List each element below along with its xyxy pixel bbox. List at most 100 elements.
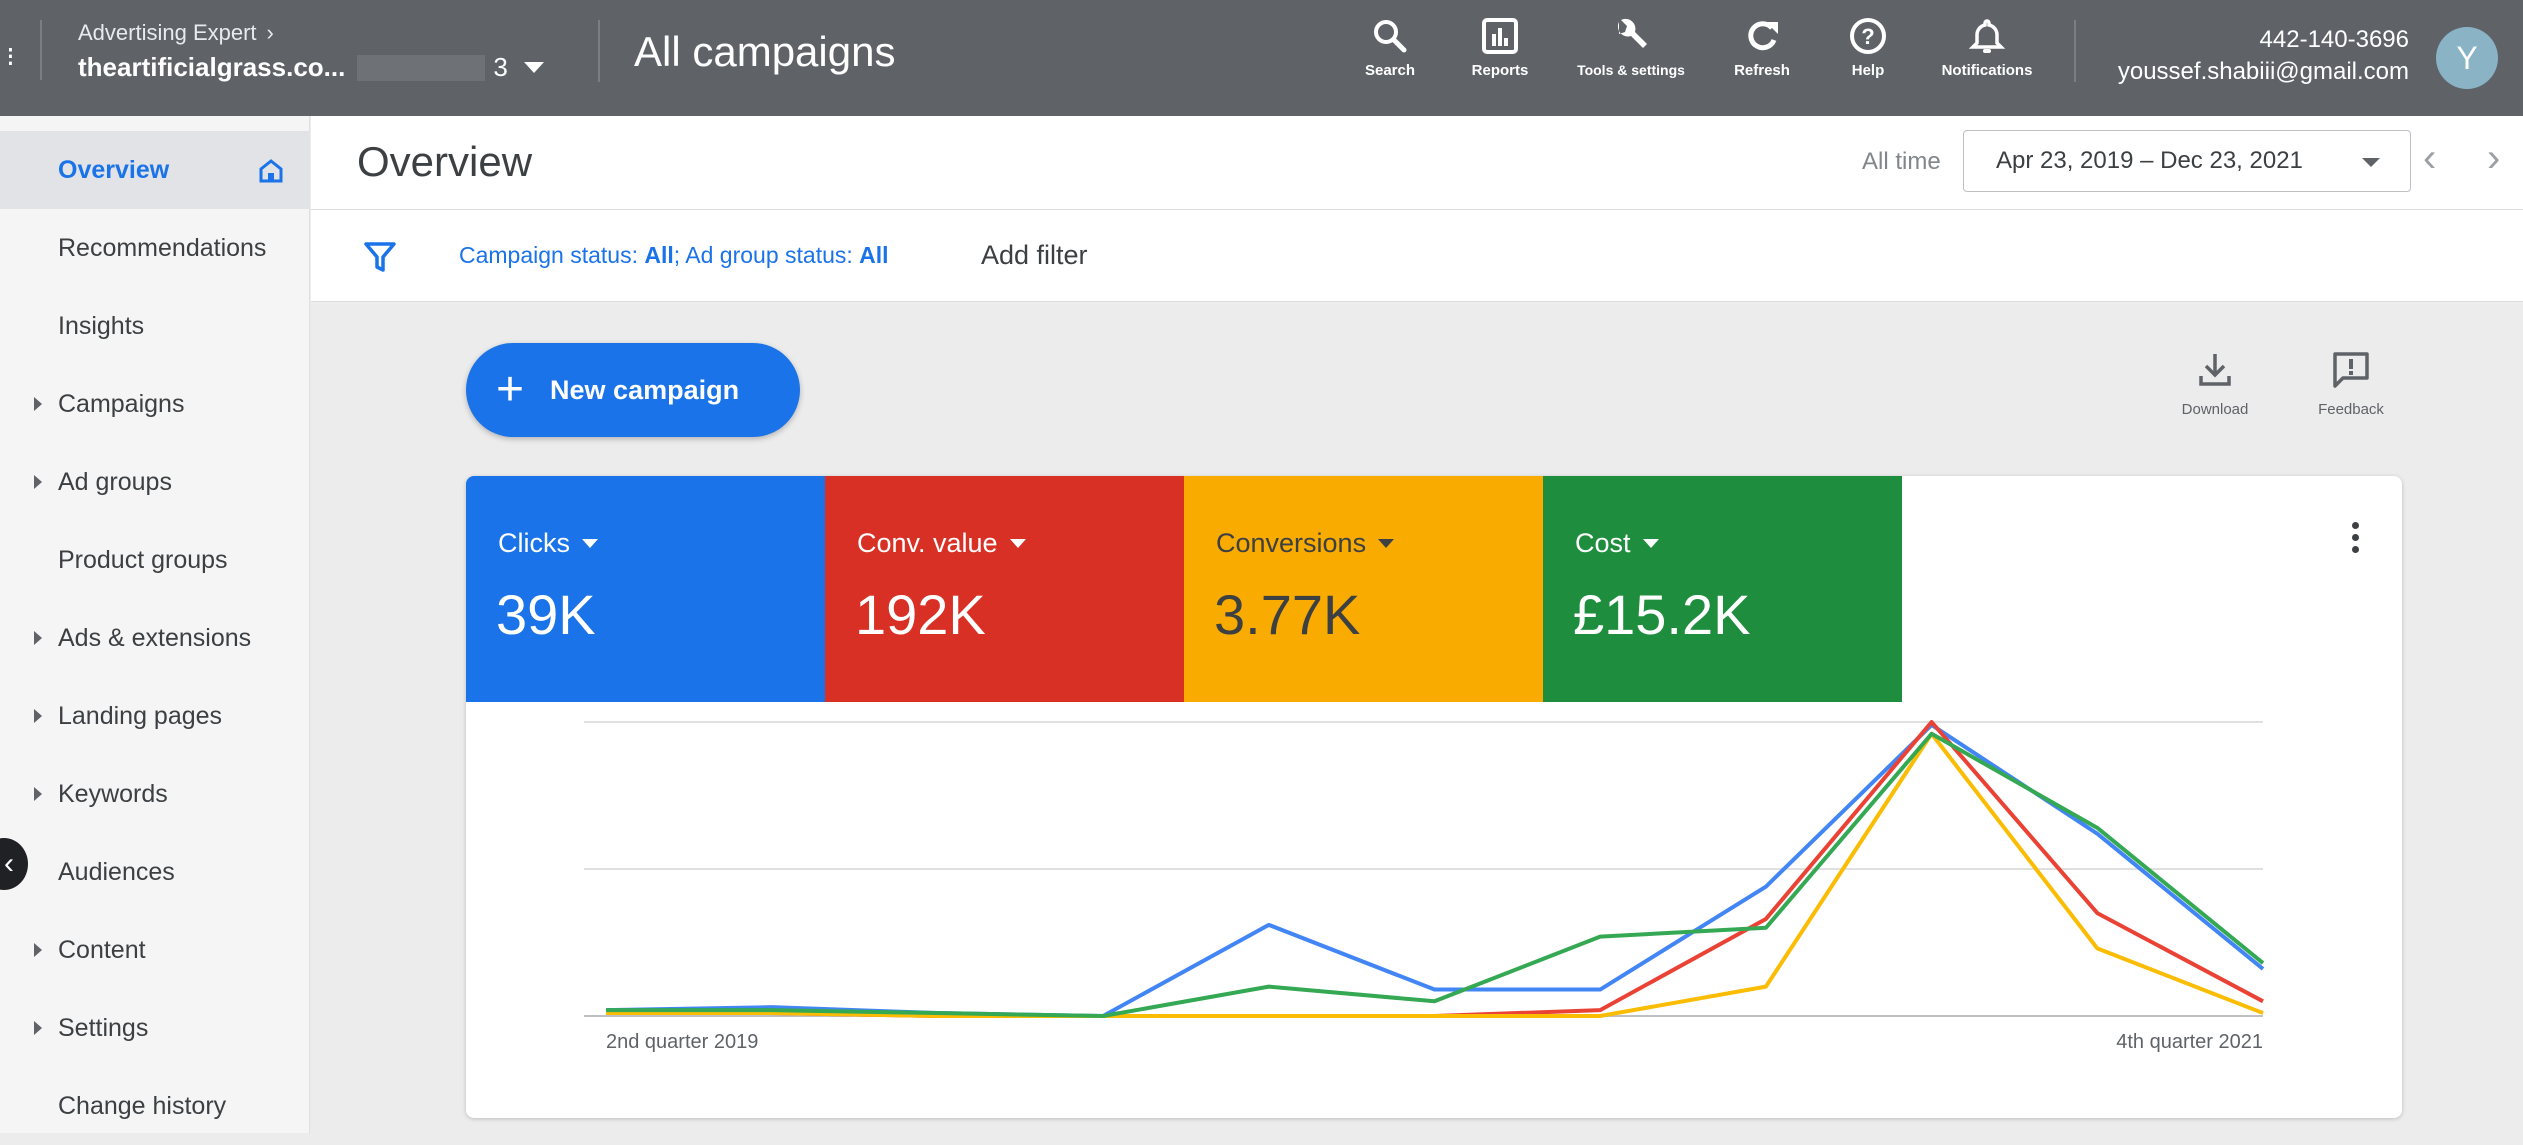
- ad-group-status-value: All: [859, 242, 889, 268]
- caret-down-icon: [1009, 539, 1026, 548]
- performance-card: Clicks 39K Conv. value 192K Conversions …: [466, 476, 2402, 1118]
- series-line-conversions: [606, 731, 2264, 1018]
- divider: [2074, 20, 2076, 82]
- sidebar-item-label: Landing pages: [58, 701, 223, 730]
- sidebar: Overview Recommendations Insights Campai…: [0, 116, 310, 1133]
- chevron-right-icon: ›: [266, 20, 274, 45]
- sidebar-item-campaigns[interactable]: Campaigns: [0, 365, 310, 443]
- search-icon: [1374, 20, 1407, 53]
- sidebar-item-label: Audiences: [58, 857, 175, 886]
- redacted-account-id: [357, 54, 486, 81]
- wrench-icon: [1617, 18, 1647, 48]
- home-icon: [259, 159, 283, 183]
- new-campaign-button[interactable]: + New campaign: [466, 343, 800, 437]
- refresh-label: Refresh: [1734, 62, 1790, 79]
- x-tick-label: 4th quarter 2021: [2116, 1031, 2263, 1053]
- more-options-icon[interactable]: [2352, 522, 2364, 558]
- campaign-status-label: Campaign status:: [459, 242, 645, 268]
- tools-settings-button[interactable]: Tools & settings: [1576, 16, 1686, 79]
- sidebar-item-label: Campaigns: [58, 389, 185, 418]
- metric-tile-conv-value[interactable]: Conv. value 192K: [825, 476, 1184, 702]
- metric-label: Clicks: [498, 528, 570, 558]
- caret-down-icon: [1642, 539, 1659, 548]
- svg-text:?: ?: [1861, 24, 1874, 49]
- expand-arrow-icon: [34, 475, 42, 489]
- refresh-button[interactable]: Refresh: [1707, 16, 1817, 79]
- sidebar-item-audiences[interactable]: Audiences: [0, 833, 310, 911]
- ad-group-status-label: ; Ad group status:: [673, 242, 860, 268]
- account-switcher[interactable]: theartificialgrass.co... 3: [78, 52, 544, 83]
- metric-value: 3.77K: [1214, 583, 1361, 646]
- performance-chart: 2nd quarter 2019 4th quarter 2021: [584, 720, 2265, 1053]
- divider: [598, 20, 600, 82]
- metric-label: Conversions: [1216, 528, 1367, 558]
- search-label: Search: [1364, 62, 1416, 79]
- page-title: All campaigns: [634, 28, 896, 75]
- sidebar-item-label: Insights: [58, 311, 145, 340]
- expand-arrow-icon: [34, 709, 42, 723]
- sidebar-item-ad-groups[interactable]: Ad groups: [0, 443, 310, 521]
- notifications-label: Notifications: [1941, 62, 2033, 79]
- sidebar-item-label: Ads & extensions: [58, 623, 252, 652]
- filter-bar: Campaign status: All; Ad group status: A…: [311, 210, 2523, 302]
- sidebar-item-label: Recommendations: [58, 233, 267, 262]
- filter-icon[interactable]: [363, 240, 397, 274]
- sidebar-item-product-groups[interactable]: Product groups: [0, 521, 310, 599]
- sidebar-item-label: Settings: [58, 1013, 149, 1042]
- add-filter-button[interactable]: Add filter: [981, 240, 1088, 271]
- avatar[interactable]: Y: [2436, 27, 2498, 89]
- feedback-label: Feedback: [2318, 401, 2384, 418]
- metric-tile-cost[interactable]: Cost £15.2K: [1543, 476, 1902, 702]
- sidebar-item-settings[interactable]: Settings: [0, 989, 310, 1067]
- next-period-button[interactable]: ›: [2487, 136, 2500, 181]
- notifications-button[interactable]: Notifications: [1932, 16, 2042, 79]
- refresh-icon: [1748, 21, 1778, 51]
- plus-icon: +: [496, 363, 525, 416]
- caret-down-icon: [2362, 158, 2380, 167]
- sidebar-item-label: Overview: [58, 155, 170, 184]
- account-path-label: Advertising Expert: [78, 20, 257, 45]
- sidebar-item-label: Content: [58, 935, 146, 964]
- sidebar-item-insights[interactable]: Insights: [0, 287, 310, 365]
- caret-down-icon: [582, 539, 598, 548]
- x-tick-label: 2nd quarter 2019: [606, 1031, 758, 1053]
- account-name: theartificialgrass.co...: [78, 52, 346, 82]
- sidebar-item-recommendations[interactable]: Recommendations: [0, 209, 310, 287]
- expand-arrow-icon: [34, 943, 42, 957]
- menu-edge-icon[interactable]: ⁝: [6, 40, 15, 73]
- chart-grid: [584, 721, 2263, 1017]
- reports-icon: [1482, 18, 1518, 54]
- account-phone: 442-140-3696: [2259, 26, 2409, 53]
- help-button[interactable]: ? Help: [1813, 16, 1923, 79]
- reports-button[interactable]: Reports: [1445, 16, 1555, 79]
- tools-settings-label: Tools & settings: [1577, 62, 1685, 78]
- account-email: youssef.shabiii@gmail.com: [2117, 58, 2409, 85]
- account-path[interactable]: Advertising Expert ›: [78, 20, 274, 46]
- metric-value: 39K: [496, 583, 596, 646]
- new-campaign-label: New campaign: [550, 374, 740, 405]
- sidebar-item-ads-extensions[interactable]: Ads & extensions: [0, 599, 310, 677]
- sidebar-item-change-history[interactable]: Change history: [0, 1067, 310, 1145]
- series-line-clicks: [605, 722, 2265, 1018]
- date-range-label: All time: [1862, 148, 1941, 175]
- caret-down-icon: [523, 62, 544, 73]
- download-button[interactable]: Download: [2165, 350, 2265, 418]
- status-filter[interactable]: Campaign status: All; Ad group status: A…: [459, 242, 889, 269]
- expand-arrow-icon: [34, 631, 42, 645]
- metric-tile-conversions[interactable]: Conversions 3.77K: [1184, 476, 1543, 702]
- metric-tile-clicks[interactable]: Clicks 39K: [466, 476, 825, 702]
- feedback-button[interactable]: Feedback: [2301, 350, 2401, 418]
- sidebar-item-content[interactable]: Content: [0, 911, 310, 989]
- download-label: Download: [2181, 401, 2249, 418]
- download-icon: [2199, 354, 2231, 386]
- date-range-select[interactable]: Apr 23, 2019 – Dec 23, 2021: [1963, 130, 2411, 192]
- expand-arrow-icon: [34, 787, 42, 801]
- previous-period-button[interactable]: ‹: [2423, 136, 2436, 181]
- help-icon: ?: [1850, 18, 1886, 54]
- sidebar-item-keywords[interactable]: Keywords: [0, 755, 310, 833]
- sidebar-item-landing-pages[interactable]: Landing pages: [0, 677, 310, 755]
- sidebar-item-label: Keywords: [58, 779, 168, 808]
- metric-label: Cost: [1575, 528, 1631, 558]
- search-button[interactable]: Search: [1335, 16, 1445, 79]
- sidebar-item-overview[interactable]: Overview: [0, 131, 310, 209]
